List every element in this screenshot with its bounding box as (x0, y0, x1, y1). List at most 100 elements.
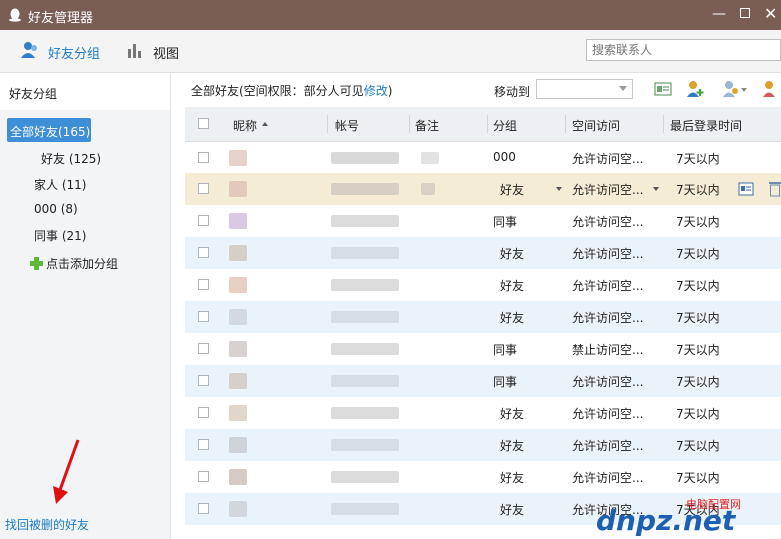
row-checkbox[interactable] (198, 439, 209, 450)
cell-group: 同事 (493, 343, 518, 357)
search-input[interactable] (590, 40, 774, 60)
trash-icon[interactable] (768, 180, 781, 197)
cell-group: 000 (493, 150, 516, 164)
table-row[interactable]: 好友 允许访问空... 7天以内 (185, 397, 781, 429)
space-access-select[interactable]: 允许访问空... (572, 181, 643, 198)
column-header-remark[interactable]: 备注 (415, 117, 439, 134)
table-row[interactable]: 好友 允许访问空... 7天以内 (185, 301, 781, 333)
avatar (229, 469, 247, 485)
qq-penguin-icon (9, 8, 21, 22)
add-friend-icon[interactable] (685, 79, 705, 99)
cell-last-login: 7天以内 (676, 439, 720, 453)
cell-group: 好友 (500, 311, 525, 325)
cell-last-login: 7天以内 (676, 471, 720, 485)
sort-ascending-icon (262, 122, 268, 126)
column-divider (565, 115, 566, 133)
row-checkbox[interactable] (198, 343, 209, 354)
row-checkbox[interactable] (198, 471, 209, 482)
cell-space-access: 允许访问空... (572, 375, 644, 389)
restore-deleted-friends-link[interactable]: 找回被删的好友 (5, 516, 89, 533)
delete-friend-icon[interactable] (761, 79, 781, 99)
chevron-down-icon (653, 187, 659, 191)
cell-space-access: 允许访问空... (572, 311, 644, 325)
column-header-account[interactable]: 帐号 (335, 117, 359, 134)
contact-card-icon[interactable] (653, 79, 673, 99)
column-divider (663, 115, 664, 133)
search-box[interactable] (586, 39, 781, 61)
column-header-group[interactable]: 分组 (493, 117, 517, 134)
row-checkbox[interactable] (198, 215, 209, 226)
sidebar-item-family[interactable]: 家人 (11) (34, 176, 86, 193)
row-checkbox[interactable] (198, 311, 209, 322)
cell-space-access: 允许访问空... (572, 279, 644, 293)
space-permission-text: 全部好友(空间权限：部分人可见修改) (191, 82, 392, 99)
cell-last-login: 7天以内 (676, 407, 720, 421)
avatar (229, 373, 247, 389)
redacted-account (331, 375, 399, 387)
sidebar-item-label: 全部好友(165) (10, 125, 91, 139)
minimize-icon[interactable]: — (712, 6, 726, 22)
friends-icon (21, 42, 37, 58)
cell-group: 好友 (500, 279, 525, 293)
annotation-arrow-icon (53, 439, 80, 504)
redacted-account (331, 215, 399, 227)
cell-last-login: 7天以内 (676, 279, 720, 293)
sidebar-item-label: 000 (8) (34, 202, 78, 216)
profile-card-icon[interactable] (738, 181, 754, 197)
group-select[interactable]: 好友 (500, 181, 524, 198)
row-checkbox[interactable] (198, 503, 209, 514)
row-checkbox[interactable] (198, 279, 209, 290)
edit-permission-link[interactable]: 修改 (364, 84, 388, 98)
maximize-icon[interactable] (740, 8, 750, 18)
cell-last-login: 7天以内 (676, 247, 720, 261)
bar-chart-icon (128, 44, 141, 58)
main-header: 全部好友(空间权限：部分人可见修改) 移动到 (171, 73, 781, 107)
tab-friend-groups-label: 好友分组 (48, 47, 101, 62)
table-row[interactable]: 000 允许访问空... 7天以内 (185, 142, 781, 174)
scope-text: 全部好友(空间权限：部分人可见 (191, 84, 364, 98)
column-header-space-access[interactable]: 空间访问 (572, 117, 620, 134)
move-to-label: 移动到 (494, 85, 531, 99)
cell-group: 好友 (500, 407, 525, 421)
table-row[interactable]: 好友 允许访问空... 7天以内 (185, 429, 781, 461)
sidebar-header: 好友分组 (0, 73, 170, 110)
cell-last-login: 7天以内 (676, 375, 720, 389)
table-row[interactable]: 好友 允许访问空... 7天以内 (185, 269, 781, 301)
row-checkbox[interactable] (198, 375, 209, 386)
row-checkbox[interactable] (198, 407, 209, 418)
cell-space-access: 允许访问空... (572, 247, 644, 261)
cell-last-login: 7天以内 (676, 215, 720, 229)
avatar (229, 245, 247, 261)
select-all-checkbox[interactable] (198, 118, 209, 129)
redacted-remark (421, 152, 439, 164)
manage-friends-icon[interactable] (721, 79, 749, 99)
sidebar-item-friends[interactable]: 好友 (125) (41, 150, 101, 167)
column-header-last-login[interactable]: 最后登录时间 (670, 117, 742, 134)
redacted-account (331, 439, 399, 451)
tab-view-label: 视图 (153, 47, 180, 62)
redacted-account (331, 407, 399, 419)
cell-group: 好友 (500, 439, 525, 453)
row-checkbox[interactable] (198, 183, 209, 194)
table-row[interactable]: 同事 禁止访问空... 7天以内 (185, 333, 781, 365)
sidebar-item-all-friends[interactable]: 全部好友(165) (7, 118, 91, 142)
redacted-account (331, 152, 399, 164)
table-row[interactable]: 好友 允许访问空... 7天以内 (185, 461, 781, 493)
table-row[interactable]: 同事 允许访问空... 7天以内 (185, 205, 781, 237)
column-divider (409, 115, 410, 133)
cell-last-login: 7天以内 (676, 311, 720, 325)
redacted-account (331, 247, 399, 259)
add-group-button[interactable]: 点击添加分组 (30, 255, 118, 272)
sidebar-item-000[interactable]: 000 (8) (34, 202, 78, 216)
table-row[interactable]: 同事 允许访问空... 7天以内 (185, 365, 781, 397)
table-row-selected[interactable]: 好友 允许访问空... 7天以内 (185, 173, 781, 205)
cell-last-login: 7天以内 (676, 152, 720, 166)
close-icon[interactable]: ✕ (764, 4, 777, 23)
row-checkbox[interactable] (198, 152, 209, 163)
sidebar-item-colleagues[interactable]: 同事 (21) (34, 227, 86, 244)
column-header-nickname[interactable]: 昵称 (233, 117, 257, 134)
row-checkbox[interactable] (198, 247, 209, 258)
redacted-account (331, 343, 399, 355)
table-row[interactable]: 好友 允许访问空... 7天以内 (185, 237, 781, 269)
move-to-select[interactable] (536, 79, 633, 99)
